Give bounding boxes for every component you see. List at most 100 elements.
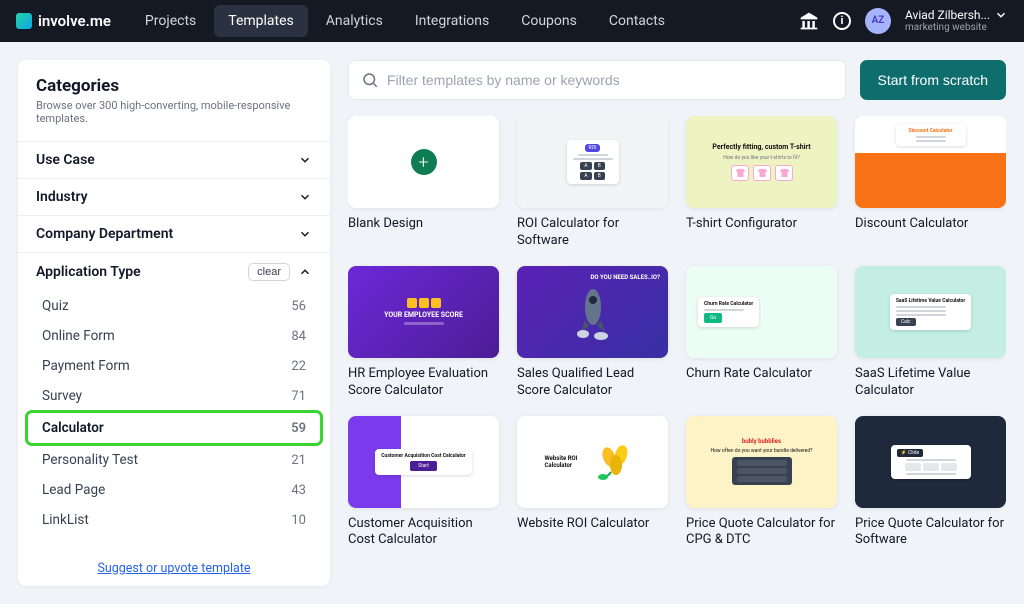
nav-integrations[interactable]: Integrations	[401, 5, 503, 37]
search-input[interactable]	[387, 72, 833, 88]
template-card-sales-qualified[interactable]: DO YOU NEED SALES..IO? Sales Qualified L…	[517, 266, 668, 400]
nav-contacts[interactable]: Contacts	[595, 5, 679, 37]
templates-grid: + Blank Design ROIABAB ROI Calculator fo…	[348, 116, 1006, 549]
brand-logo[interactable]: involve.me	[16, 12, 111, 30]
sidebar-title: Categories	[36, 76, 312, 96]
thumb-text: Perfectly fitting, custom T-shirt	[712, 143, 810, 151]
app-type-label: Payment Form	[42, 358, 130, 374]
nav-templates[interactable]: Templates	[214, 5, 308, 37]
acc-label: Company Department	[36, 226, 173, 242]
template-card-churn-rate[interactable]: Churn Rate CalculatorGo Churn Rate Calcu…	[686, 266, 837, 400]
nav-coupons[interactable]: Coupons	[507, 5, 591, 37]
application-type-list: Quiz 56 Online Form84 Payment Form 22 Surv…	[18, 291, 330, 535]
app-type-count: 10	[291, 513, 306, 528]
thumb-text: Website ROI Calculator	[545, 455, 585, 469]
brand-name: involve.me	[38, 12, 111, 30]
thumb-text: How do you like your t-shirts to fit?	[723, 155, 799, 161]
nav-analytics[interactable]: Analytics	[312, 5, 397, 37]
app-type-calculator[interactable]: Calculator 59	[28, 413, 320, 443]
chevron-down-icon	[994, 8, 1008, 22]
template-card-price-software[interactable]: ⚡ Clide Price Quote Calculator for Softw…	[855, 416, 1006, 550]
flower-icon	[591, 437, 641, 487]
template-title: Website ROI Calculator	[517, 516, 668, 548]
suggest-template-link[interactable]: Suggest or upvote template	[97, 561, 250, 576]
nav-projects[interactable]: Projects	[131, 5, 210, 37]
app-type-label: Survey	[42, 388, 82, 404]
user-avatar[interactable]: AZ	[865, 8, 891, 34]
thumb-text: Discount Calculator	[908, 128, 952, 134]
app-type-linklist[interactable]: LinkList 10	[18, 505, 330, 535]
search-box[interactable]	[348, 60, 846, 100]
template-card-tshirt[interactable]: Perfectly fitting, custom T-shirt How do …	[686, 116, 837, 250]
app-type-personality-test[interactable]: Personality Test 21	[18, 445, 330, 475]
thumb-text: Customer Acquisition Cost Calculator	[381, 453, 465, 459]
plus-icon: +	[411, 149, 437, 175]
template-card-price-cpg[interactable]: bubly bubblies How often do you want your…	[686, 416, 837, 550]
template-title: Price Quote Calculator for Software	[855, 516, 1006, 550]
thumb-text: Churn Rate Calculator	[704, 301, 753, 307]
acc-label: Application Type	[36, 264, 141, 280]
main-content: Start from scratch + Blank Design ROIABA…	[348, 60, 1006, 586]
thumb-text: bubly bubblies	[742, 438, 781, 445]
template-card-saas-ltv[interactable]: SaaS Lifetime Value CalculatorCalc SaaS …	[855, 266, 1006, 400]
template-title: Price Quote Calculator for CPG & DTC	[686, 516, 837, 550]
app-type-label: Quiz	[42, 298, 69, 314]
template-card-hr-employee[interactable]: YOUR EMPLOYEE SCORE HR Employee Evaluati…	[348, 266, 499, 400]
app-type-label: Online Form	[42, 328, 115, 344]
app-type-count: 59	[291, 421, 306, 436]
chevron-down-icon	[298, 153, 312, 167]
app-type-label: Personality Test	[42, 452, 138, 468]
template-title: Churn Rate Calculator	[686, 366, 837, 398]
logo-icon	[16, 13, 32, 29]
acc-industry[interactable]: Industry	[18, 178, 330, 215]
template-title: SaaS Lifetime Value Calculator	[855, 366, 1006, 400]
bank-icon[interactable]	[799, 11, 819, 31]
chevron-up-icon	[298, 265, 312, 279]
acc-application-type[interactable]: Application Type clear	[18, 252, 330, 291]
thumb-text: How often do you want your bundle delive…	[710, 448, 812, 454]
app-type-count: 21	[291, 453, 306, 468]
templates-toolbar: Start from scratch	[348, 60, 1006, 100]
app-type-label: Calculator	[42, 420, 104, 436]
acc-use-case[interactable]: Use Case	[18, 141, 330, 178]
top-bar: involve.me Projects Templates Analytics …	[0, 0, 1024, 42]
template-title: Discount Calculator	[855, 216, 1006, 248]
template-title: ROI Calculator for Software	[517, 216, 668, 250]
template-card-roi-software[interactable]: ROIABAB ROI Calculator for Software	[517, 116, 668, 250]
app-type-count: 22	[291, 359, 306, 374]
info-icon[interactable]: i	[833, 12, 851, 30]
app-type-lead-page[interactable]: Lead Page43	[18, 475, 330, 505]
thumb-text: SaaS Lifetime Value Calculator	[896, 298, 965, 304]
workspace-name: marketing website	[905, 22, 1008, 34]
template-title: T-shirt Configurator	[686, 216, 837, 248]
template-card-blank[interactable]: + Blank Design	[348, 116, 499, 250]
acc-label: Use Case	[36, 152, 95, 168]
template-card-cac[interactable]: Customer Acquisition Cost CalculatorStar…	[348, 416, 499, 550]
start-from-scratch-button[interactable]: Start from scratch	[860, 60, 1006, 100]
user-name: Aviad Zilbersh...	[905, 8, 990, 22]
thumb-text: DO YOU NEED SALES..IO?	[590, 274, 660, 281]
user-menu[interactable]: Aviad Zilbersh... marketing website	[905, 8, 1008, 34]
acc-company-department[interactable]: Company Department	[18, 215, 330, 252]
app-type-label: LinkList	[42, 512, 89, 528]
app-type-count: 43	[291, 483, 306, 498]
app-type-survey[interactable]: Survey 71	[18, 381, 330, 411]
acc-label: Industry	[36, 189, 88, 205]
app-type-count: 71	[291, 389, 306, 404]
template-card-website-roi[interactable]: Website ROI Calculator Website ROI Calcu…	[517, 416, 668, 550]
app-type-quiz[interactable]: Quiz 56	[18, 291, 330, 321]
rocket-icon	[573, 282, 613, 342]
template-title: HR Employee Evaluation Score Calculator	[348, 366, 499, 400]
app-type-payment-form[interactable]: Payment Form 22	[18, 351, 330, 381]
app-type-count: 56	[291, 299, 306, 314]
chevron-down-icon	[298, 190, 312, 204]
thumb-text: YOUR EMPLOYEE SCORE	[384, 311, 463, 319]
suggest-template: Suggest or upvote template	[18, 543, 330, 576]
categories-sidebar: Categories Browse over 300 high-converti…	[18, 60, 330, 586]
template-card-discount[interactable]: Discount Calculator Discount Calculator	[855, 116, 1006, 250]
app-type-online-form[interactable]: Online Form84	[18, 321, 330, 351]
clear-filter-button[interactable]: clear	[248, 263, 290, 281]
sidebar-subtitle: Browse over 300 high-converting, mobile-…	[36, 99, 312, 125]
search-icon	[361, 71, 379, 89]
main-nav: Projects Templates Analytics Integration…	[131, 5, 679, 37]
